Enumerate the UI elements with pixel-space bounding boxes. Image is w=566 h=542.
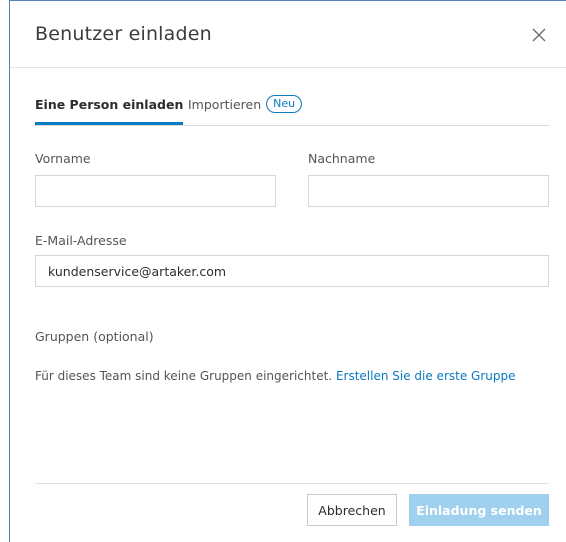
- invite-user-dialog: Benutzer einladen Eine Person einladen I…: [9, 0, 566, 542]
- footer-divider: [35, 483, 549, 484]
- first-name-input[interactable]: [35, 175, 276, 207]
- groups-info-text: Für dieses Team sind keine Gruppen einge…: [35, 369, 333, 383]
- create-first-group-link[interactable]: Erstellen Sie die erste Gruppe: [336, 369, 516, 383]
- tab-import-label: Importieren: [188, 97, 262, 112]
- last-name-input[interactable]: [308, 175, 549, 207]
- active-tab-indicator: [35, 122, 184, 125]
- tab-invite-person[interactable]: Eine Person einladen: [35, 97, 184, 125]
- first-name-label: Vorname: [35, 151, 91, 166]
- dialog-title: Benutzer einladen: [35, 23, 212, 45]
- groups-info: Für dieses Team sind keine Gruppen einge…: [35, 369, 516, 383]
- email-label: E-Mail-Adresse: [35, 233, 127, 248]
- last-name-label: Nachname: [308, 151, 376, 166]
- send-invitation-button[interactable]: Einladung senden: [409, 494, 549, 526]
- close-icon[interactable]: [530, 26, 548, 44]
- cancel-button[interactable]: Abbrechen: [307, 494, 397, 526]
- tab-invite-person-label: Eine Person einladen: [35, 97, 184, 112]
- dialog-header: Benutzer einladen: [10, 1, 566, 68]
- tab-bar: Eine Person einladen Importieren Neu: [35, 95, 549, 126]
- groups-label: Gruppen (optional): [35, 329, 154, 344]
- tab-import[interactable]: Importieren Neu: [188, 95, 303, 113]
- new-badge: Neu: [266, 95, 303, 113]
- email-field[interactable]: [35, 255, 549, 287]
